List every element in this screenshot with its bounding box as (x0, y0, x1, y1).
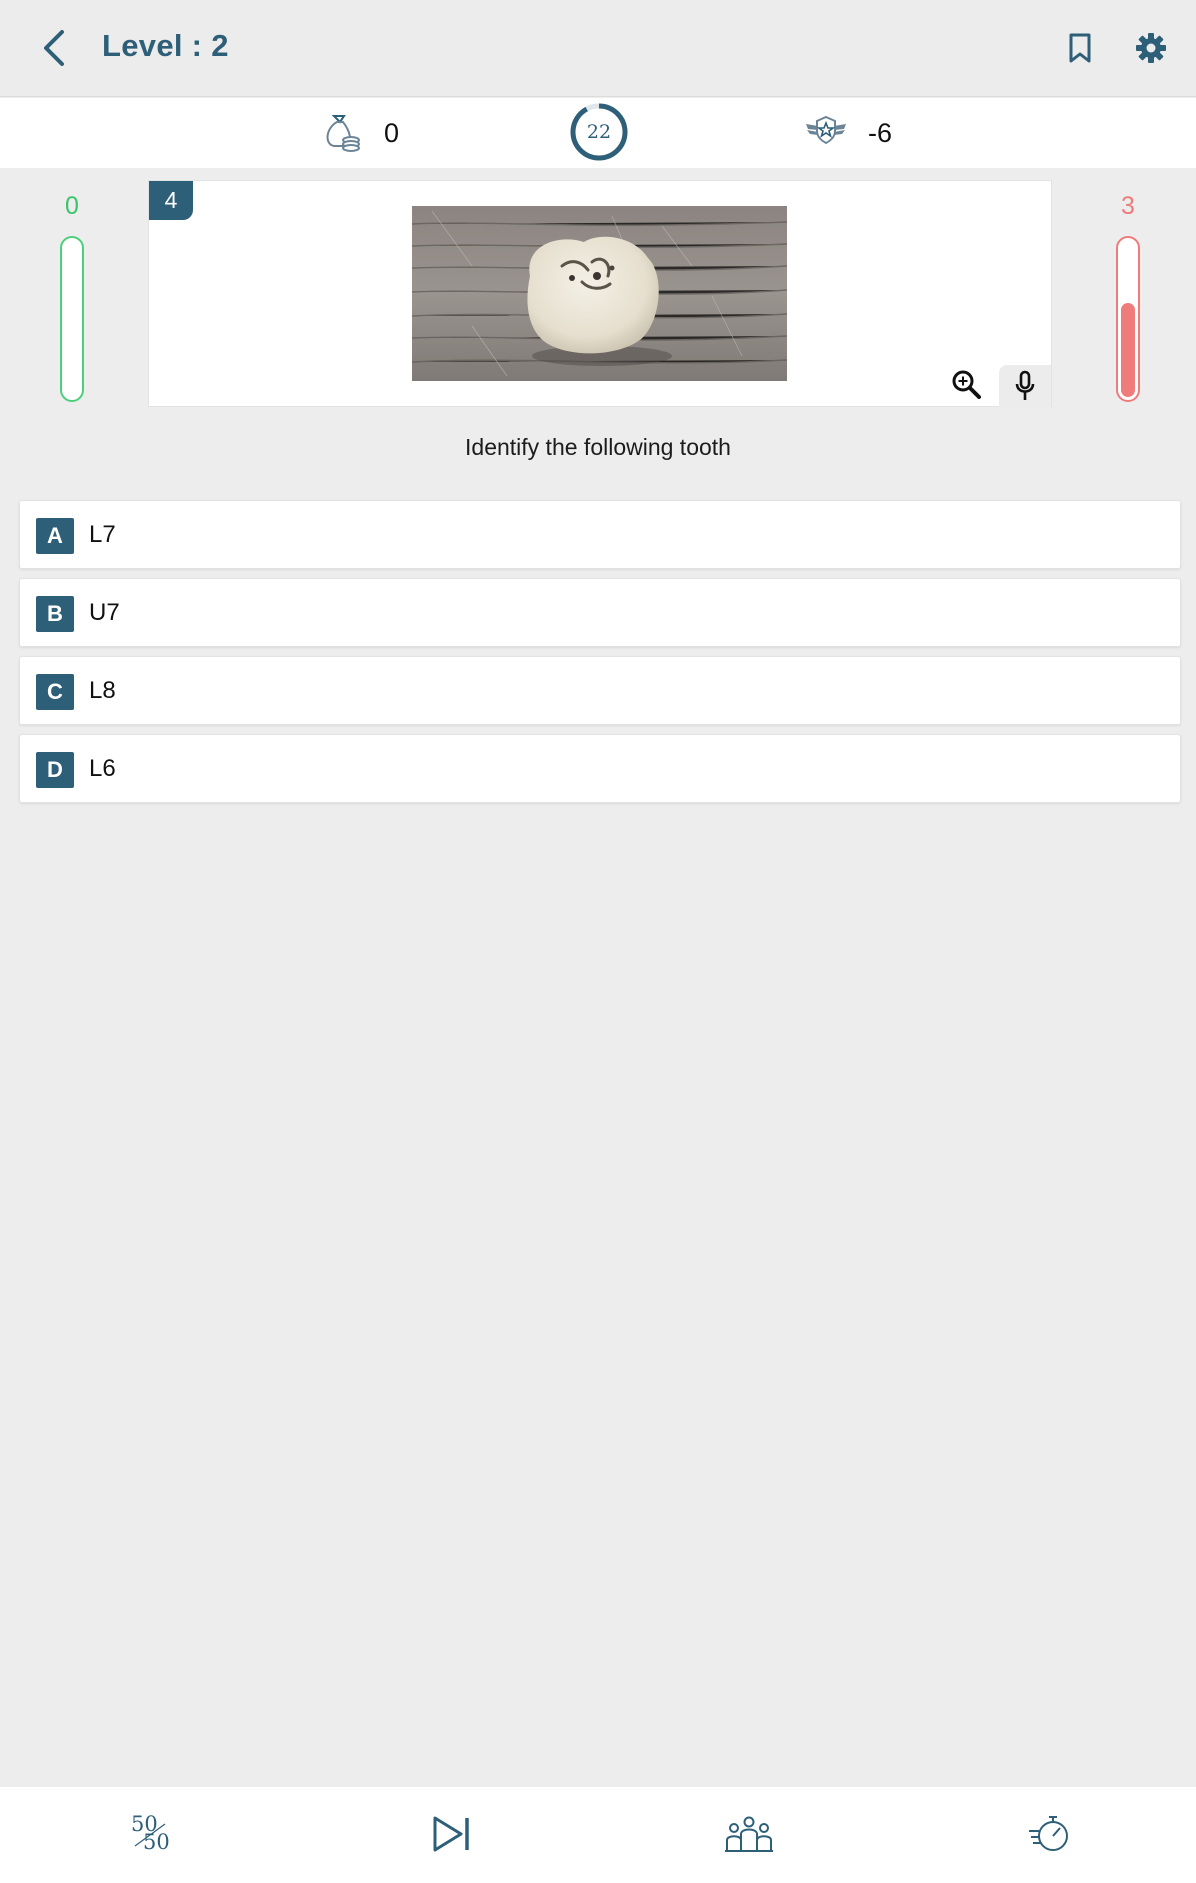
option-letter: C (36, 674, 74, 710)
settings-button[interactable] (1131, 28, 1171, 68)
wrong-meter (1116, 236, 1140, 402)
audience-poll-icon (725, 1816, 773, 1852)
option-letter: A (36, 518, 74, 554)
option-text: U7 (89, 599, 120, 626)
question-number-badge: 4 (149, 181, 193, 220)
option-a[interactable]: A L7 (19, 500, 1181, 569)
question-text: Identify the following tooth (465, 434, 731, 460)
winged-shield-icon (806, 115, 846, 145)
fifty-fifty-icon: 50 50 (125, 1812, 175, 1856)
skip-question-button[interactable] (423, 1809, 479, 1859)
zoom-button[interactable] (949, 367, 983, 401)
question-image[interactable] (412, 206, 787, 381)
correct-meter (60, 236, 84, 402)
bookmark-icon (1069, 33, 1091, 63)
audience-poll-button[interactable] (721, 1809, 777, 1859)
correct-count: 0 (65, 192, 79, 220)
option-c[interactable]: C L8 (19, 656, 1181, 725)
option-text: L6 (89, 755, 116, 782)
extra-time-icon (1029, 1816, 1068, 1851)
option-letter: B (36, 596, 74, 632)
timer-value: 22 (586, 121, 612, 143)
option-d[interactable]: D L6 (19, 734, 1181, 803)
option-text: L8 (89, 677, 116, 704)
microphone-button[interactable] (999, 365, 1051, 407)
top-bar: Level : 2 (0, 0, 1196, 97)
zoom-in-icon (952, 370, 981, 399)
level-title: Level : 2 (102, 28, 229, 63)
back-button[interactable] (34, 26, 74, 70)
gear-icon (1136, 33, 1166, 63)
option-letter: D (36, 752, 74, 788)
fifty-fifty-button[interactable]: 50 50 (122, 1809, 178, 1859)
option-b[interactable]: B U7 (19, 578, 1181, 647)
coins-value: 0 (384, 118, 400, 148)
back-arrow-icon (44, 30, 64, 66)
rank-points-value: -6 (868, 118, 893, 148)
tooth-photo (412, 206, 787, 381)
countdown-timer: 22 (569, 102, 629, 162)
wrong-meter-fill (1121, 303, 1135, 397)
wrong-count: 3 (1121, 192, 1135, 220)
extra-time-button[interactable] (1022, 1809, 1078, 1859)
skip-icon (433, 1816, 469, 1852)
bookmark-button[interactable] (1062, 28, 1098, 68)
microphone-icon (1015, 370, 1035, 400)
option-text: L7 (89, 521, 116, 548)
question-card: 4 (148, 180, 1052, 407)
lifeline-bar: 50 50 (0, 1787, 1196, 1883)
money-bag-icon (326, 115, 360, 152)
stats-bar: 0 22 -6 (0, 98, 1196, 168)
